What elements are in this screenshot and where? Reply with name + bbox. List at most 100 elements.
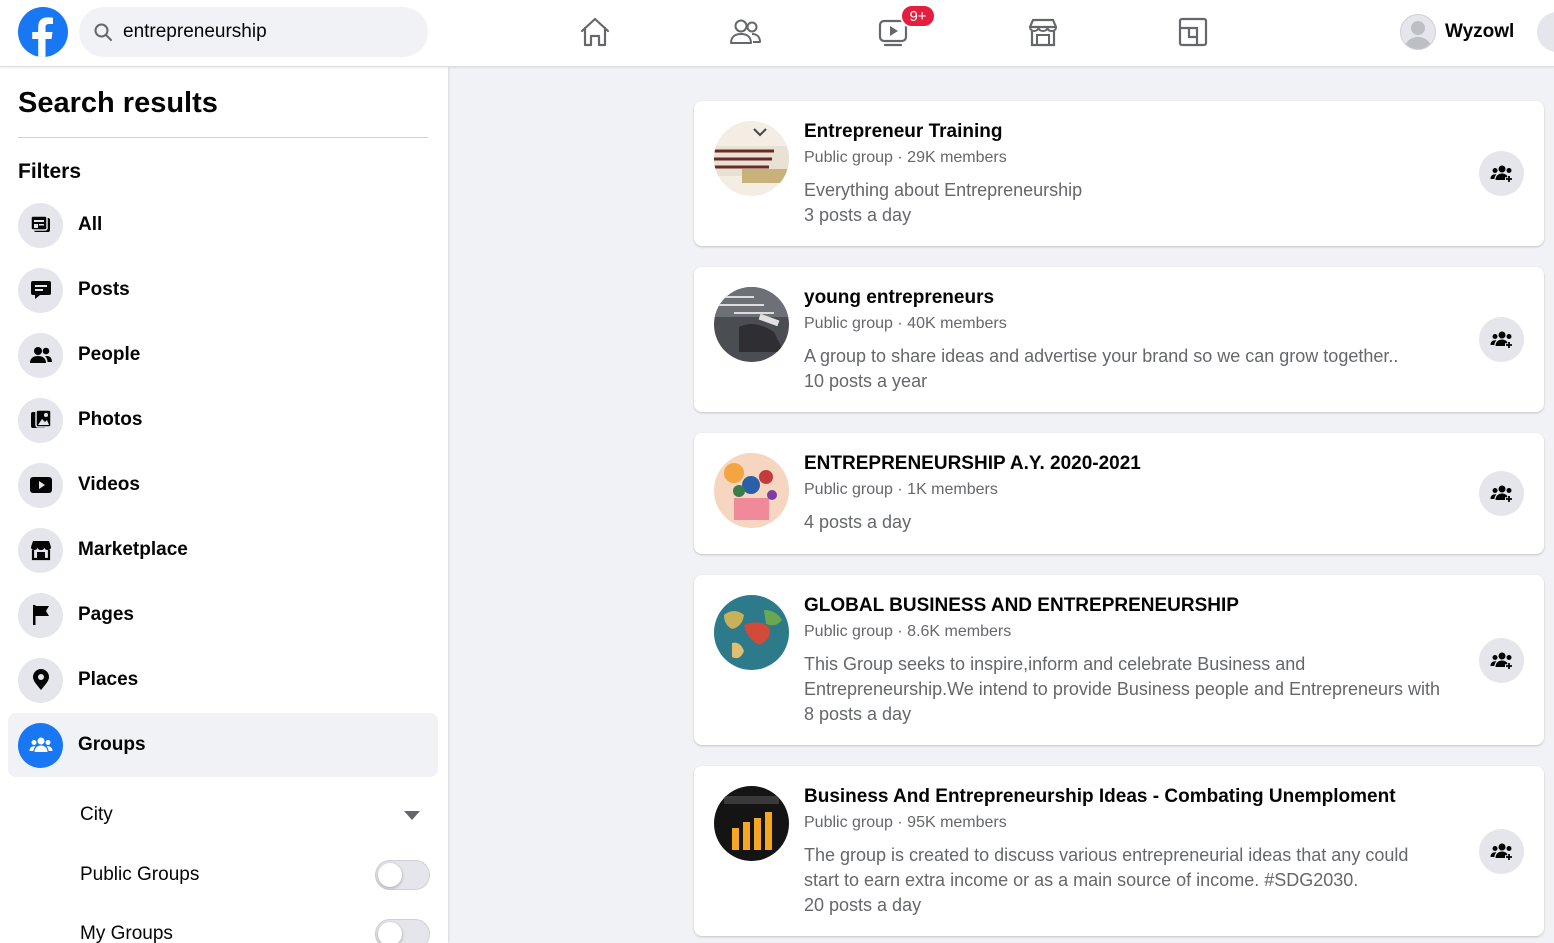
group-description: Everything about Entrepreneurship 3 post… [804,178,1464,228]
filter-places[interactable]: Places [8,648,438,712]
group-add-icon [1490,165,1513,183]
marketplace-store-icon[interactable] [1025,14,1061,50]
friends-icon[interactable] [727,14,763,50]
group-result-card[interactable]: Entrepreneur Training Public group · 29K… [694,101,1544,246]
filter-photos[interactable]: Photos [8,388,438,452]
filters-heading: Filters [18,160,82,183]
result-details: Business And Entrepreneurship Ideas - Co… [804,785,1464,918]
filter-label: People [78,344,141,365]
result-details: Entrepreneur Training Public group · 29K… [804,120,1464,228]
activity-line: 10 posts a year [804,371,928,391]
toggle-knob [378,863,402,887]
group-avatar[interactable] [714,121,789,196]
filter-label: Pages [78,604,134,625]
public-groups-label: Public Groups [80,864,200,885]
activity-line: 8 posts a day [804,704,912,724]
my-groups-toggle[interactable] [375,919,430,943]
my-groups-label: My Groups [80,923,173,943]
search-input[interactable] [123,21,403,43]
description-line: start to earn extra income or as a main … [804,870,1359,890]
result-details: GLOBAL BUSINESS AND ENTREPRENEURSHIP Pub… [804,594,1464,727]
groups-icon [18,722,63,768]
group-avatar[interactable] [714,287,789,362]
public-groups-toggle[interactable] [375,860,430,890]
join-group-button[interactable] [1479,829,1524,874]
filter-label: Photos [78,409,143,430]
my-groups-filter: My Groups [80,914,430,943]
group-avatar[interactable] [714,786,789,861]
activity-line: 20 posts a day [804,895,922,915]
filter-videos[interactable]: Videos [8,453,438,517]
group-avatar[interactable] [714,595,789,670]
avatar [1400,14,1436,50]
group-description: This Group seeks to inspire,inform and c… [804,652,1464,727]
join-group-button[interactable] [1479,317,1524,362]
gaming-icon[interactable] [1175,14,1211,50]
places-pin-icon [18,657,63,703]
group-add-icon [1490,331,1513,349]
posts-icon [18,267,63,313]
group-result-card[interactable]: GLOBAL BUSINESS AND ENTREPRENEURSHIP Pub… [694,575,1544,745]
filter-pages[interactable]: Pages [8,583,438,647]
all-results-icon [18,202,63,248]
home-icon[interactable] [577,14,613,50]
group-add-icon [1490,843,1513,861]
search-bar[interactable] [79,7,428,57]
videos-icon [18,462,63,508]
filter-label: Groups [78,734,146,755]
filter-groups[interactable]: Groups [8,713,438,777]
join-group-button[interactable] [1479,471,1524,516]
join-group-button[interactable] [1479,151,1524,196]
marketplace-icon [18,527,63,573]
page-title: Search results [18,87,218,119]
filter-posts[interactable]: Posts [8,258,438,322]
group-add-icon [1490,652,1513,670]
search-filters-sidebar: Search results Filters All Posts People … [0,67,448,943]
group-meta: Public group · 40K members [804,315,1007,332]
group-title[interactable]: Entrepreneur Training [804,120,1464,144]
filter-label: Videos [78,474,140,495]
toggle-knob [378,922,402,943]
group-description: The group is created to discuss various … [804,843,1464,918]
activity-line: 3 posts a day [804,205,912,225]
chevron-down-icon [404,810,420,820]
group-description: 4 posts a day [804,510,1464,535]
pages-flag-icon [18,592,63,638]
group-description: A group to share ideas and advertise you… [804,344,1464,394]
filter-marketplace[interactable]: Marketplace [8,518,438,582]
filter-label: Places [78,669,139,690]
group-title[interactable]: ENTREPRENEURSHIP A.Y. 2020-2021 [804,452,1464,476]
profile-name: Wyzowl [1445,21,1515,42]
group-title[interactable]: young entrepreneurs [804,286,1464,310]
group-result-card[interactable]: Business And Entrepreneurship Ideas - Co… [694,766,1544,936]
group-result-card[interactable]: ENTREPRENEURSHIP A.Y. 2020-2021 Public g… [694,433,1544,554]
group-meta: Public group · 95K members [804,814,1007,831]
group-meta: Public group · 1K members [804,481,998,498]
group-title[interactable]: GLOBAL BUSINESS AND ENTREPRENEURSHIP [804,594,1464,618]
filter-all[interactable]: All [8,193,438,257]
profile-link[interactable]: Wyzowl [1400,14,1514,50]
group-avatar[interactable] [714,453,789,528]
group-title[interactable]: Business And Entrepreneurship Ideas - Co… [804,785,1464,809]
menu-button[interactable] [1537,12,1554,52]
watch-notification-badge: 9+ [900,4,936,28]
join-group-button[interactable] [1479,638,1524,683]
filter-people[interactable]: People [8,323,438,387]
city-label: City [80,804,113,825]
group-add-icon [1490,485,1513,503]
group-meta: Public group · 29K members [804,149,1007,166]
activity-line: 4 posts a day [804,512,912,532]
facebook-logo-icon[interactable] [18,7,68,57]
filter-label: Marketplace [78,539,188,560]
filter-label: Posts [78,279,130,300]
city-dropdown[interactable]: City [80,795,430,835]
group-result-card[interactable]: young entrepreneurs Public group · 40K m… [694,267,1544,412]
description-line: The group is created to discuss various … [804,845,1409,865]
group-meta: Public group · 8.6K members [804,623,1012,640]
result-details: young entrepreneurs Public group · 40K m… [804,286,1464,394]
public-groups-filter: Public Groups [80,855,430,895]
description-line: This Group seeks to inspire,inform and c… [804,654,1306,674]
top-navigation-bar: 9+ Wyzowl [0,0,1554,67]
search-icon [94,23,112,41]
photos-icon [18,397,63,443]
